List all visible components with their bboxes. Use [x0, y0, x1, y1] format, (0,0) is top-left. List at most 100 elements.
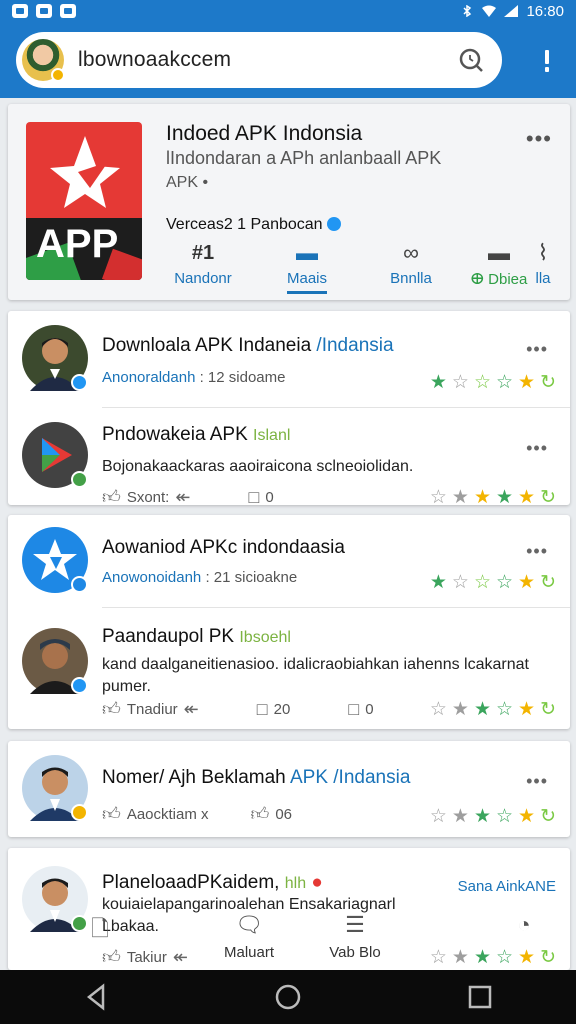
- app-version: Verceas2 1 Panbocan: [166, 216, 341, 234]
- rating-stars: ☆ ★ ★ ☆ ★ ↻: [430, 698, 556, 721]
- overflow-menu-icon[interactable]: [542, 48, 552, 74]
- star-icon: ★: [429, 572, 447, 593]
- home-icon[interactable]: [273, 982, 303, 1012]
- action-label: Nandonr: [174, 270, 232, 287]
- feed-item[interactable]: Downloala APK Indaneia /Indansia Anonora…: [8, 311, 570, 407]
- search-icon[interactable]: [456, 45, 486, 75]
- feed-item[interactable]: Nomer/ Ajh Beklamah APK /Indansia ••• 👍︎…: [8, 741, 570, 837]
- action-tools[interactable]: ⌇ lla: [518, 238, 568, 287]
- tab-home[interactable]: 🗋: [60, 912, 140, 942]
- item-body: kand daalganeitienasioo. idalicraobiahka…: [102, 656, 529, 695]
- status-time: 16:80: [526, 2, 564, 20]
- user-avatar[interactable]: [22, 39, 65, 82]
- like-icon[interactable]: 👍︎: [102, 803, 121, 825]
- more-options-icon[interactable]: •••: [526, 541, 548, 562]
- document-icon: 🗋: [91, 916, 109, 941]
- back-icon[interactable]: [81, 982, 111, 1012]
- author-avatar[interactable]: [22, 422, 88, 488]
- bluetooth-icon: [463, 5, 472, 17]
- refresh-icon[interactable]: ↻: [540, 486, 556, 509]
- author-link[interactable]: Anowonoidanh: [102, 569, 201, 586]
- rating-stars: ★ ☆ ☆ ☆ ★ ↻: [430, 571, 556, 594]
- comment-icon[interactable]: □: [257, 699, 268, 720]
- action-rank[interactable]: #1 Nandonr: [158, 238, 248, 287]
- author-avatar[interactable]: [22, 755, 88, 821]
- search-bar[interactable]: lbownoaakccem: [16, 32, 502, 88]
- verified-icon: [326, 217, 341, 231]
- tab-profile[interactable]: ◔: [484, 912, 564, 942]
- more-options-icon[interactable]: •••: [526, 339, 548, 360]
- meta-label: Sxont:: [126, 488, 170, 506]
- tool-icon: ⌇: [537, 240, 549, 265]
- rating-stars: ☆ ★ ★ ☆ ★ ↻: [430, 805, 556, 828]
- item-title: PlaneloaadPKaidem, hlh ●: [102, 872, 323, 894]
- share-icon[interactable]: □: [348, 699, 359, 720]
- author-avatar[interactable]: [22, 628, 88, 694]
- item-tag: hlh: [284, 875, 307, 892]
- location-pin-icon: ●: [311, 872, 323, 893]
- star-icon: ☆: [473, 572, 491, 593]
- item-tag: Ibsoehl: [239, 629, 291, 646]
- verified-badge: [71, 576, 88, 593]
- share-count: 0: [365, 700, 374, 718]
- more-options-icon[interactable]: •••: [526, 438, 548, 459]
- list-icon: ☰: [345, 912, 365, 937]
- system-icons: 16:80: [460, 3, 564, 20]
- meta-label: Tnadiur: [126, 700, 178, 718]
- item-meta: 👍︎ Aaocktiam x 👍︎ 06: [102, 803, 292, 825]
- app-title: Indoed APK Indonsia: [166, 122, 363, 145]
- star-icon: ☆: [495, 572, 514, 593]
- more-options-icon[interactable]: •••: [526, 771, 548, 792]
- author-avatar[interactable]: [22, 325, 88, 391]
- item-title-link[interactable]: /Indansia: [311, 335, 393, 356]
- feed-item[interactable]: Paandaupol PK Ibsoehl kand daalganeitien…: [8, 608, 570, 729]
- refresh-icon[interactable]: ↻: [540, 698, 556, 721]
- star-icon: ★: [518, 487, 536, 508]
- item-title-text: Pndowakeia APK: [102, 424, 248, 445]
- app-icon[interactable]: APP: [26, 122, 142, 280]
- recent-apps-icon[interactable]: [465, 982, 495, 1012]
- feed-card: Aowaniod APKc indondaasia Anowonoidanh :…: [8, 515, 570, 729]
- refresh-icon[interactable]: ↻: [540, 805, 556, 828]
- star-icon: ★: [518, 372, 536, 393]
- refresh-icon[interactable]: ↻: [540, 371, 556, 394]
- star-icon: ☆: [429, 699, 447, 720]
- star-icon: ☆: [473, 372, 491, 393]
- search-input[interactable]: lbownoaakccem: [78, 48, 456, 72]
- folder-icon: ▬: [296, 240, 318, 265]
- more-options-icon[interactable]: •••: [526, 126, 552, 152]
- feed-item[interactable]: Pndowakeia APK Islanl Bojonakaackaras aa…: [8, 408, 570, 508]
- author-avatar[interactable]: [22, 527, 88, 593]
- featured-app-card[interactable]: APP Indoed APK Indonsia lIndondaran a AP…: [8, 104, 570, 300]
- item-tag: Islanl: [253, 427, 291, 444]
- share-icon: ∞: [403, 240, 419, 265]
- like-icon[interactable]: 👍︎: [102, 698, 121, 720]
- item-subtitle-text: : 12 sidoame: [199, 369, 286, 386]
- version-text: Verceas2 1 Panbocan: [166, 216, 323, 233]
- notification-icon: [60, 4, 76, 18]
- item-subtitle: Anowonoidanh : 21 sicioakne: [102, 569, 297, 586]
- action-folder[interactable]: ▬ Maais: [262, 238, 352, 294]
- item-body-text: kouiaielapangarinoalehan Ensakariagnarl: [102, 896, 396, 913]
- like-icon[interactable]: 👍︎: [102, 486, 121, 508]
- star-icon: ★: [473, 487, 491, 508]
- star-icon: ★: [473, 806, 491, 827]
- tab-list[interactable]: ☰ Vab Blo: [310, 912, 400, 961]
- comment-count: 20: [273, 700, 291, 718]
- comment-icon[interactable]: □: [248, 487, 259, 508]
- author-link[interactable]: Anonoraldanh: [102, 369, 195, 386]
- action-label: Bnnlla: [390, 270, 432, 287]
- item-title-text: Paandaupol PK: [102, 626, 235, 647]
- item-title: Downloala APK Indaneia /Indansia: [102, 335, 394, 357]
- action-share[interactable]: ∞ Bnnlla: [366, 238, 456, 287]
- feed-item[interactable]: Aowaniod APKc indondaasia Anowonoidanh :…: [8, 515, 570, 607]
- app-subtitle: lIndondaran a APh anlanbaall APK: [166, 148, 442, 168]
- thumb-icon[interactable]: 👍︎: [251, 803, 270, 825]
- system-nav-bar: [0, 970, 576, 1024]
- badge-label: Sana AinkANE: [457, 878, 556, 895]
- tab-messages[interactable]: 🗨 Maluart: [204, 912, 294, 961]
- item-title-link[interactable]: APK /Indansia: [286, 767, 410, 788]
- feature-actions: #1 Nandonr ▬ Maais ∞ Bnnlla ▬ ⴲ Dbiea ⌇ …: [158, 238, 568, 298]
- meta-label: Aaocktiam x: [126, 805, 209, 823]
- refresh-icon[interactable]: ↻: [540, 571, 556, 594]
